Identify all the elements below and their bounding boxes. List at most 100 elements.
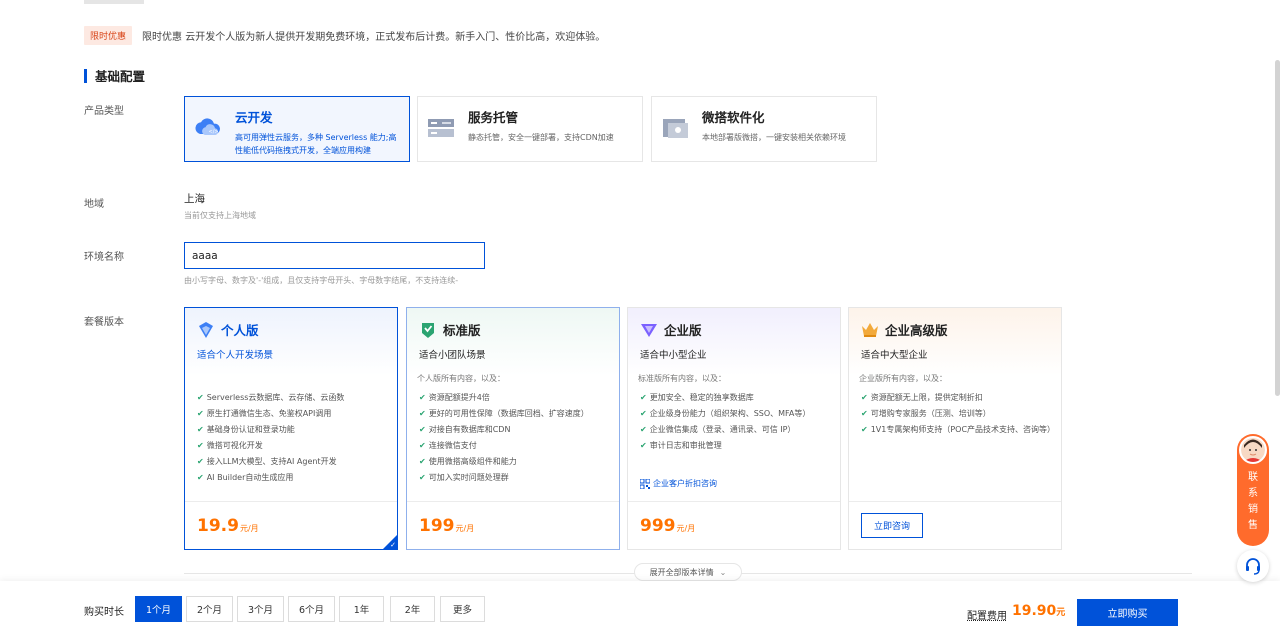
crown-icon <box>862 322 878 337</box>
plan-features: ✔ 资源配额提升4倍 ✔ 更好的可用性保障（数据库回档、扩容速度） ✔ 对接自有数据库… <box>419 389 589 485</box>
plan-price: 199 <box>419 515 455 536</box>
consult-now-button[interactable]: 立即咨询 <box>861 513 924 538</box>
plan-scene: 适合小团队场景 <box>419 350 486 361</box>
sales-avatar-icon <box>1241 438 1265 462</box>
duration-option-3m[interactable]: 3个月 <box>237 596 284 622</box>
expand-plans-label: 展开全部版本详情 <box>649 567 714 577</box>
plan-consult-area: 立即咨询 <box>849 501 1061 549</box>
plan-feature: ✔ 可增购专家服务（压测、培训等） <box>861 408 991 418</box>
plan-price-area: 999 元/月 <box>628 501 840 549</box>
section-title-bar <box>84 68 87 83</box>
plan-price: 19.9 <box>197 515 239 536</box>
duration-option-2m[interactable]: 2个月 <box>186 596 233 622</box>
plan-feature: ✔ 使用微搭高级组件和能力 <box>419 456 517 466</box>
duration-option-6m[interactable]: 6个月 <box>288 596 335 622</box>
fee-amount: 19.90 <box>1012 603 1057 619</box>
contact-sales-text: 联系销售 <box>1248 472 1258 531</box>
plan-feature: ✔ 更好的可用性保障（数据库回档、扩容速度） <box>419 408 589 418</box>
check-icon: ✔ <box>640 440 647 450</box>
selected-check-icon: ✓ <box>390 541 396 549</box>
env-name-hint: 由小写字母、数字及'-'组成，且仅支持字母开头、字母数字结尾，不支持连续- <box>184 276 459 285</box>
plan-feature: ✔ 企业微信集成（登录、通讯录、可信 IP） <box>640 424 796 434</box>
product-type-label: 产品类型 <box>84 106 124 117</box>
enterprise-discount-link[interactable]: 企业客户折扣咨询 <box>640 478 717 489</box>
expand-plans-button[interactable]: 展开全部版本详情 ⌄ <box>634 563 742 581</box>
fee-label: 配置费用 <box>967 611 1007 622</box>
region-label: 地域 <box>84 199 104 210</box>
plan-feature: ✔ 原生打通微信生态、免鉴权API调用 <box>197 408 332 418</box>
check-icon: ✔ <box>419 424 426 434</box>
standard-plan-icon <box>422 322 434 338</box>
product-type-cloudbase[interactable]: </> 云开发 高可用弹性云服务，多种 Serverless 能力;高性能低代码… <box>184 96 410 162</box>
plan-name: 企业版 <box>664 323 702 338</box>
check-icon: ✔ <box>197 472 204 482</box>
check-icon: ✔ <box>197 392 204 402</box>
plan-label: 套餐版本 <box>84 317 124 328</box>
check-icon: ✔ <box>861 424 868 434</box>
check-icon: ✔ <box>861 408 868 418</box>
section-title-text: 基础配置 <box>95 69 146 84</box>
check-icon: ✔ <box>197 456 204 466</box>
plan-name: 企业高级版 <box>885 323 948 338</box>
plan-intro: 企业版所有内容，以及： <box>859 374 947 383</box>
check-icon: ✔ <box>197 408 204 418</box>
product-type-desc: 静态托管，安全一键部署，支持CDN加速 <box>468 133 614 142</box>
plan-price-unit: 元/月 <box>676 524 696 533</box>
svg-text:</>: </> <box>209 129 219 135</box>
check-icon: ✔ <box>419 440 426 450</box>
customer-service-button[interactable] <box>1237 550 1269 582</box>
check-icon: ✔ <box>419 408 426 418</box>
product-type-title: 云开发 <box>235 110 273 125</box>
plan-card-standard[interactable]: 标准版 适合小团队场景 个人版所有内容，以及： ✔ 资源配额提升4倍 ✔ 更好的可用… <box>406 307 620 550</box>
plan-feature: ✔ 企业级身份能力（组织架构、SSO、MFA等） <box>640 408 811 418</box>
personal-plan-icon <box>199 321 213 338</box>
plan-features: ✔ 资源配额无上限，提供定制折扣 ✔ 可增购专家服务（压测、培训等） ✔ 1V1专属架… <box>861 389 1055 437</box>
plan-name: 个人版 <box>221 323 259 338</box>
cloud-icon: </> <box>195 118 220 135</box>
server-icon <box>428 119 454 137</box>
plan-scene: 适合个人开发场景 <box>197 350 274 361</box>
plan-price-area: 199 元/月 <box>407 501 619 549</box>
plan-feature: ✔ 更加安全、稳定的独享数据库 <box>640 392 754 402</box>
check-icon: ✔ <box>419 392 426 402</box>
enterprise-discount-link-text: 企业客户折扣咨询 <box>653 479 717 488</box>
purchase-page: 限时优惠 限时优惠 云开发个人版为新人提供开发期免费环境，正式发布后计费。新手入… <box>0 0 1280 638</box>
promo-tag: 限时优惠 <box>84 26 133 45</box>
check-icon: ✔ <box>197 424 204 434</box>
duration-option-more[interactable]: 更多 <box>440 596 485 622</box>
plan-feature: ✔ 对接自有数据库和CDN <box>419 424 511 434</box>
plan-feature: ✔ 连接微信支付 <box>419 440 477 450</box>
check-icon: ✔ <box>861 392 868 402</box>
env-name-input[interactable] <box>184 242 485 269</box>
env-name-label: 环境名称 <box>84 252 124 263</box>
duration-option-1m[interactable]: 1个月 <box>135 596 182 622</box>
fee-value: 19.90元 <box>1012 603 1065 619</box>
plan-feature: ✔ 微搭可视化开发 <box>197 440 263 450</box>
plan-price-unit: 元/月 <box>455 524 475 533</box>
product-type-title: 服务托管 <box>468 110 519 125</box>
plan-card-personal[interactable]: 个人版 适合个人开发场景 ✔ Serverless云数据库、云存储、云函数 ✔ 原生… <box>184 307 398 550</box>
plan-price-unit: 元/月 <box>239 524 259 533</box>
check-icon: ✔ <box>197 440 204 450</box>
duration-option-1y[interactable]: 1年 <box>339 596 384 622</box>
buy-now-button[interactable]: 立即购买 <box>1077 599 1178 626</box>
plan-price: 999 <box>640 515 676 536</box>
product-type-weda[interactable]: 微搭软件化 本地部署版微搭，一键安装相关依赖环境 <box>651 96 877 162</box>
check-icon: ✔ <box>640 408 647 418</box>
check-icon: ✔ <box>640 392 647 402</box>
product-type-hosting[interactable]: 服务托管 静态托管，安全一键部署，支持CDN加速 <box>417 96 643 162</box>
region-hint: 当前仅支持上海地域 <box>184 211 256 220</box>
check-icon: ✔ <box>419 456 426 466</box>
check-icon: ✔ <box>640 424 647 434</box>
check-icon: ✔ <box>419 472 426 482</box>
scrollbar-thumb[interactable] <box>1275 60 1280 396</box>
contact-sales-widget[interactable]: 联系销售 <box>1237 434 1269 546</box>
sales-avatar <box>1239 436 1267 464</box>
plan-card-enterprise-premium[interactable]: 企业高级版 适合中大型企业 企业版所有内容，以及： ✔ 资源配额无上限，提供定制折… <box>848 307 1062 550</box>
plan-card-enterprise[interactable]: 企业版 适合中小型企业 标准版所有内容，以及： ✔ 更加安全、稳定的独享数据库 ✔… <box>627 307 841 550</box>
plan-feature: ✔ AI Builder自动生成应用 <box>197 472 294 482</box>
duration-label: 购买时长 <box>84 607 124 618</box>
plan-features: ✔ Serverless云数据库、云存储、云函数 ✔ 原生打通微信生态、免鉴权API… <box>197 389 344 485</box>
product-type-desc: 本地部署版微搭，一键安装相关依赖环境 <box>702 133 846 142</box>
duration-option-2y[interactable]: 2年 <box>390 596 435 622</box>
